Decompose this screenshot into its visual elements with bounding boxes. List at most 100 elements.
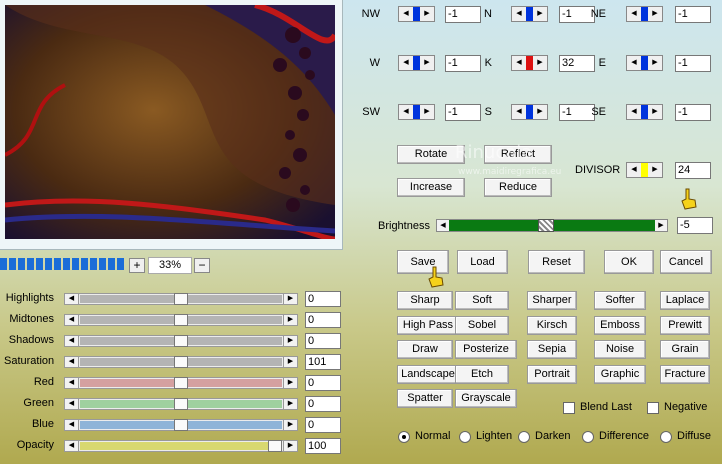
preset-grayscale-button[interactable]: Grayscale xyxy=(455,389,517,408)
matrix-spinner[interactable]: ◀ ▶ xyxy=(626,104,663,120)
blend-lighten-radio[interactable] xyxy=(459,431,471,443)
decrease-icon[interactable]: ◀ xyxy=(399,56,413,70)
preset-emboss-button[interactable]: Emboss xyxy=(594,315,646,335)
matrix-spinner[interactable]: ◀ ▶ xyxy=(398,6,435,22)
preset-high-pass-button[interactable]: High Pass xyxy=(397,315,459,335)
preset-prewitt-button[interactable]: Prewitt xyxy=(660,315,710,335)
blend-diffuse-radio[interactable] xyxy=(660,431,672,443)
slider-left-icon[interactable]: ◀ xyxy=(65,420,79,430)
preset-etch-button[interactable]: Etch xyxy=(455,364,509,384)
slider-thumb[interactable] xyxy=(174,335,188,347)
ok-button[interactable]: OK xyxy=(604,250,654,274)
preset-posterize-button[interactable]: Posterize xyxy=(455,340,517,359)
blend-last-checkbox[interactable] xyxy=(563,402,575,414)
increase-icon[interactable]: ▶ xyxy=(533,7,547,21)
slider-right-icon[interactable]: ▶ xyxy=(283,420,297,430)
preset-sharp-button[interactable]: Sharp xyxy=(397,291,453,310)
preset-noise-button[interactable]: Noise xyxy=(594,340,646,359)
slider-right-icon[interactable]: ▶ xyxy=(655,220,667,231)
slider-value-field[interactable]: 100 xyxy=(305,438,341,454)
slider-left-icon[interactable]: ◀ xyxy=(65,399,79,409)
blend-darken-radio[interactable] xyxy=(518,431,530,443)
matrix-spinner[interactable]: ◀ ▶ xyxy=(511,55,548,71)
preset-grain-button[interactable]: Grain xyxy=(660,340,710,359)
slider-value-field[interactable]: 0 xyxy=(305,312,341,328)
slider-right-icon[interactable]: ▶ xyxy=(283,441,297,451)
preset-softer-button[interactable]: Softer xyxy=(594,291,646,310)
matrix-spinner[interactable]: ◀ ▶ xyxy=(398,104,435,120)
decrease-icon[interactable]: ◀ xyxy=(399,7,413,21)
slider-left-icon[interactable]: ◀ xyxy=(65,441,79,451)
slider-thumb[interactable] xyxy=(174,356,188,368)
matrix-spinner[interactable]: ◀ ▶ xyxy=(626,6,663,22)
decrease-icon[interactable]: ◀ xyxy=(512,105,526,119)
slider-value-field[interactable]: 0 xyxy=(305,375,341,391)
preset-soft-button[interactable]: Soft xyxy=(455,291,509,310)
cancel-button[interactable]: Cancel xyxy=(660,250,712,274)
matrix-spinner[interactable]: ◀ ▶ xyxy=(511,104,548,120)
decrease-icon[interactable]: ◀ xyxy=(512,7,526,21)
preset-sharper-button[interactable]: Sharper xyxy=(527,291,577,310)
slider-right-icon[interactable]: ▶ xyxy=(283,378,297,388)
matrix-spinner[interactable]: ◀ ▶ xyxy=(398,55,435,71)
preset-landscape-button[interactable]: Landscape xyxy=(397,364,459,384)
matrix-field[interactable]: -1 xyxy=(675,55,711,72)
preset-fracture-button[interactable]: Fracture xyxy=(660,364,710,384)
slider-left-icon[interactable]: ◀ xyxy=(65,378,79,388)
slider-value-field[interactable]: 0 xyxy=(305,291,341,307)
brightness-field[interactable]: -5 xyxy=(677,217,713,234)
load-button[interactable]: Load xyxy=(457,250,508,274)
slider-saturation[interactable]: ◀ ▶ xyxy=(64,356,298,368)
slider-thumb[interactable] xyxy=(538,219,555,232)
slider-right-icon[interactable]: ▶ xyxy=(283,336,297,346)
slider-left-icon[interactable]: ◀ xyxy=(65,336,79,346)
increase-icon[interactable]: ▶ xyxy=(648,56,662,70)
increase-button[interactable]: Increase xyxy=(397,178,465,197)
decrease-icon[interactable]: ◀ xyxy=(627,105,641,119)
slider-thumb[interactable] xyxy=(174,398,188,410)
preset-portrait-button[interactable]: Portrait xyxy=(527,364,577,384)
slider-right-icon[interactable]: ▶ xyxy=(283,399,297,409)
negative-checkbox[interactable] xyxy=(647,402,659,414)
slider-thumb[interactable] xyxy=(174,377,188,389)
decrease-icon[interactable]: ◀ xyxy=(627,7,641,21)
preset-sepia-button[interactable]: Sepia xyxy=(527,340,577,359)
slider-thumb[interactable] xyxy=(174,293,188,305)
decrease-icon[interactable]: ◀ xyxy=(399,105,413,119)
reset-button[interactable]: Reset xyxy=(528,250,585,274)
increase-icon[interactable]: ▶ xyxy=(648,163,662,177)
increase-icon[interactable]: ▶ xyxy=(648,105,662,119)
matrix-spinner[interactable]: ◀ ▶ xyxy=(511,6,548,22)
preset-spatter-button[interactable]: Spatter xyxy=(397,389,453,408)
increase-icon[interactable]: ▶ xyxy=(420,7,434,21)
decrease-icon[interactable]: ◀ xyxy=(627,163,641,177)
zoom-in-button[interactable]: + xyxy=(129,258,145,273)
preset-draw-button[interactable]: Draw xyxy=(397,340,453,359)
preset-graphic-button[interactable]: Graphic xyxy=(594,364,646,384)
divisor-field[interactable]: 24 xyxy=(675,162,711,179)
increase-icon[interactable]: ▶ xyxy=(420,105,434,119)
slider-midtones[interactable]: ◀ ▶ xyxy=(64,314,298,326)
matrix-field[interactable]: -1 xyxy=(675,6,711,23)
slider-left-icon[interactable]: ◀ xyxy=(65,315,79,325)
preset-kirsch-button[interactable]: Kirsch xyxy=(527,315,577,335)
slider-right-icon[interactable]: ▶ xyxy=(283,294,297,304)
slider-opacity[interactable]: ◀ ▶ xyxy=(64,440,298,452)
slider-value-field[interactable]: 0 xyxy=(305,333,341,349)
slider-left-icon[interactable]: ◀ xyxy=(65,357,79,367)
slider-thumb[interactable] xyxy=(174,314,188,326)
increase-icon[interactable]: ▶ xyxy=(533,56,547,70)
preset-laplace-button[interactable]: Laplace xyxy=(660,291,710,310)
matrix-spinner[interactable]: ◀ ▶ xyxy=(626,55,663,71)
slider-green[interactable]: ◀ ▶ xyxy=(64,398,298,410)
increase-icon[interactable]: ▶ xyxy=(420,56,434,70)
blend-normal-radio[interactable] xyxy=(398,431,410,443)
slider-thumb[interactable] xyxy=(268,440,282,452)
brightness-slider[interactable]: ◀ ▶ xyxy=(436,219,668,232)
increase-icon[interactable]: ▶ xyxy=(648,7,662,21)
divisor-spinner[interactable]: ◀ ▶ xyxy=(626,162,663,178)
slider-highlights[interactable]: ◀ ▶ xyxy=(64,293,298,305)
blend-difference-radio[interactable] xyxy=(582,431,594,443)
decrease-icon[interactable]: ◀ xyxy=(512,56,526,70)
slider-value-field[interactable]: 0 xyxy=(305,417,341,433)
